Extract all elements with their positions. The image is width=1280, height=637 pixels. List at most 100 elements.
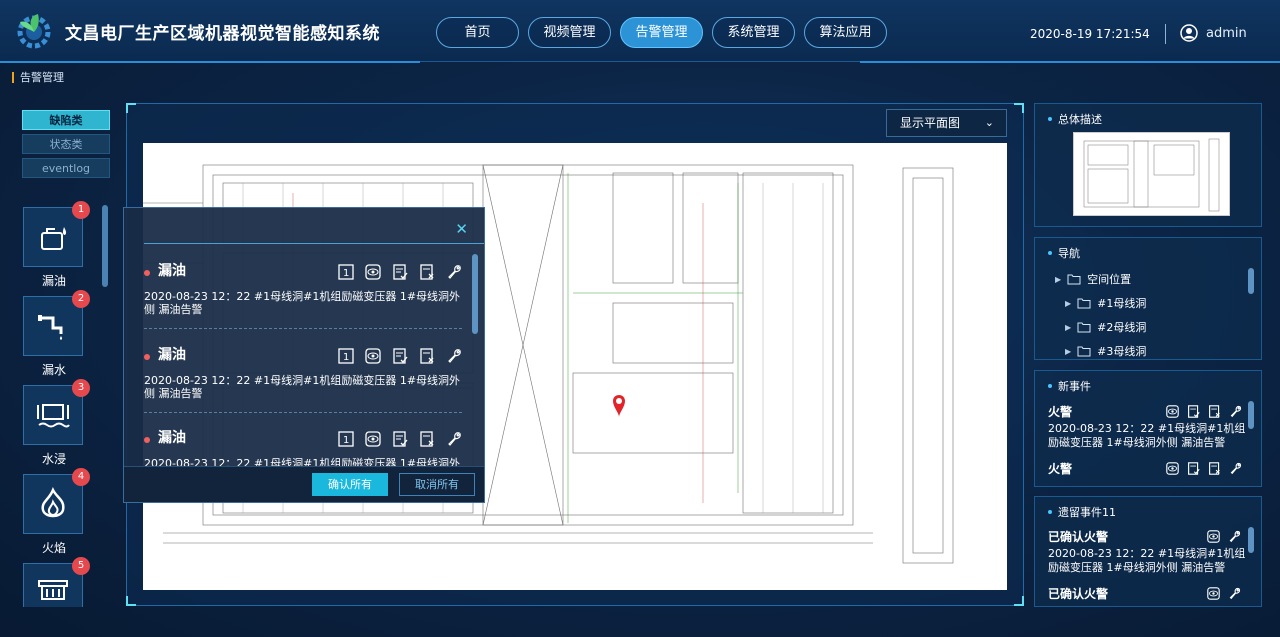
- popup-entry-actions: 1: [337, 347, 462, 364]
- smoke-detector-icon: [38, 580, 68, 600]
- event-actions: [1206, 586, 1241, 600]
- popup-entry-text: 2020-08-23 12：22 #1母线洞#1机组励磁变压器 1#母线洞外侧 …: [144, 374, 461, 400]
- tab-defect[interactable]: 缺陷类: [22, 110, 110, 130]
- alarm-type-flame[interactable]: 火焰 4: [23, 468, 90, 556]
- caret-right-icon: ▶: [1065, 346, 1072, 356]
- nav-system-management[interactable]: 系统管理: [712, 17, 795, 48]
- tree-item-label: 空间位置: [1087, 273, 1132, 286]
- view-eye-icon[interactable]: [1165, 461, 1179, 475]
- dismiss-doc-icon[interactable]: [1207, 461, 1221, 475]
- confirm-doc-icon[interactable]: [391, 347, 408, 364]
- wrench-icon[interactable]: [445, 430, 462, 447]
- popup-entry-title: 漏油: [158, 263, 186, 279]
- alarm-type-water-leak[interactable]: 漏水 2: [23, 290, 90, 378]
- wrench-icon[interactable]: [445, 263, 462, 280]
- tree-item-space[interactable]: ▶ 空间位置: [1055, 271, 1131, 287]
- frame-corner: [126, 596, 136, 606]
- wrench-icon[interactable]: [445, 347, 462, 364]
- popup-entry-text: 2020-08-23 12：22 #1母线洞#1机组励磁变压器 1#母线洞外侧 …: [144, 290, 461, 316]
- caret-right-icon: ▶: [1055, 274, 1062, 284]
- tab-status[interactable]: 状态类: [22, 134, 110, 154]
- navigation-scrollbar[interactable]: [1248, 268, 1254, 294]
- title-dot-icon: [1048, 251, 1052, 255]
- confirm-doc-icon[interactable]: [391, 263, 408, 280]
- nav-home[interactable]: 首页: [436, 17, 519, 48]
- alarm-count-badge: 5: [72, 557, 90, 575]
- popup-alarm-entry: 漏油 1 2020-08-23 12：22 #1母线洞#1机组励磁变压器 1#母…: [144, 427, 464, 468]
- left-list-scrollbar[interactable]: [102, 205, 108, 287]
- navigation-panel: 导航 ▶ 空间位置 ▶ #1母线洞 ▶ #2母线洞 ▶ #3母线洞: [1034, 237, 1262, 360]
- tab-eventlog[interactable]: eventlog: [22, 158, 110, 178]
- dismiss-doc-icon[interactable]: [1207, 404, 1221, 418]
- locate-one-icon[interactable]: 1: [337, 263, 354, 280]
- map-view-select[interactable]: 显示平面图 ⌄: [886, 109, 1007, 137]
- alarm-dot-icon: [144, 270, 150, 276]
- map-view-select-value: 显示平面图: [900, 116, 961, 130]
- tree-item-bus-tunnel-2[interactable]: ▶ #2母线洞: [1065, 319, 1146, 335]
- view-eye-icon[interactable]: [364, 263, 381, 280]
- breadcrumb-label: 告警管理: [20, 71, 64, 84]
- cancel-all-button[interactable]: 取消所有: [399, 473, 475, 496]
- confirm-doc-icon[interactable]: [1186, 461, 1200, 475]
- pending-events-title-text: 遗留事件11: [1058, 506, 1116, 519]
- folder-icon: [1067, 274, 1081, 285]
- svg-text:1: 1: [343, 268, 349, 279]
- dismiss-doc-icon[interactable]: [418, 430, 435, 447]
- event-text: 2020-08-23 12：22 #1母线洞#1机组励磁变压器 1#母线洞外侧 …: [1048, 422, 1246, 449]
- popup-entry-actions: 1: [337, 430, 462, 447]
- alarm-label: 火焰: [41, 541, 66, 555]
- view-eye-icon[interactable]: [1206, 529, 1220, 543]
- frame-corner: [126, 103, 136, 113]
- view-eye-icon[interactable]: [364, 430, 381, 447]
- wrench-icon[interactable]: [1228, 461, 1242, 475]
- close-icon[interactable]: ✕: [455, 220, 468, 238]
- breadcrumb-marker: [12, 71, 14, 83]
- app-logo-icon: [17, 14, 51, 49]
- view-eye-icon[interactable]: [1206, 586, 1220, 600]
- popup-scrollbar[interactable]: [472, 254, 478, 334]
- tree-item-bus-tunnel-3[interactable]: ▶ #3母线洞: [1065, 343, 1146, 359]
- event-actions: [1165, 461, 1242, 475]
- popup-alarm-entry: 漏油 1 2020-08-23 12：22 #1母线洞#1机组励磁变压器 1#母…: [144, 344, 464, 404]
- alarm-type-flooding[interactable]: 水浸 3: [23, 379, 90, 467]
- confirm-doc-icon[interactable]: [1186, 404, 1200, 418]
- wrench-icon[interactable]: [1227, 529, 1241, 543]
- header-accent-left: [0, 61, 420, 63]
- user-name: admin: [1206, 25, 1247, 41]
- tree-item-bus-tunnel-1[interactable]: ▶ #1母线洞: [1065, 295, 1146, 311]
- flooding-icon: [37, 404, 70, 428]
- alarm-count-badge: 1: [72, 201, 90, 219]
- alarm-count-badge: 4: [72, 468, 90, 486]
- view-eye-icon[interactable]: [364, 347, 381, 364]
- wrench-icon[interactable]: [1227, 586, 1241, 600]
- popup-footer: 确认所有 取消所有: [124, 466, 484, 502]
- title-dot-icon: [1048, 117, 1052, 121]
- chevron-down-icon: ⌄: [984, 116, 994, 129]
- user-menu[interactable]: admin: [1180, 24, 1247, 42]
- new-events-title-text: 新事件: [1058, 380, 1091, 393]
- pending-events-scrollbar[interactable]: [1248, 527, 1254, 553]
- alarm-type-smoke[interactable]: 5: [23, 557, 90, 607]
- alarm-label: 漏水: [41, 363, 66, 377]
- popup-entry-title: 漏油: [158, 430, 186, 446]
- oil-can-icon: [41, 227, 67, 250]
- nav-video-management[interactable]: 视频管理: [528, 17, 611, 48]
- locate-one-icon[interactable]: 1: [337, 430, 354, 447]
- alarm-type-oil-leak[interactable]: 漏油 1: [23, 201, 90, 289]
- new-events-scrollbar[interactable]: [1248, 401, 1254, 429]
- view-eye-icon[interactable]: [1165, 404, 1179, 418]
- entry-divider: [144, 412, 462, 413]
- dismiss-doc-icon[interactable]: [418, 347, 435, 364]
- nav-alarm-management[interactable]: 告警管理: [620, 17, 703, 48]
- overview-thumbnail[interactable]: [1073, 132, 1230, 216]
- navigation-title-text: 导航: [1058, 247, 1080, 260]
- confirm-all-button[interactable]: 确认所有: [312, 473, 388, 496]
- locate-one-icon[interactable]: 1: [337, 347, 354, 364]
- nav-algorithm-application[interactable]: 算法应用: [804, 17, 887, 48]
- wrench-icon[interactable]: [1228, 404, 1242, 418]
- dismiss-doc-icon[interactable]: [418, 263, 435, 280]
- alarm-dot-icon: [144, 354, 150, 360]
- overview-title: 总体描述: [1048, 111, 1102, 127]
- confirm-doc-icon[interactable]: [391, 430, 408, 447]
- user-avatar-icon: [1180, 24, 1198, 42]
